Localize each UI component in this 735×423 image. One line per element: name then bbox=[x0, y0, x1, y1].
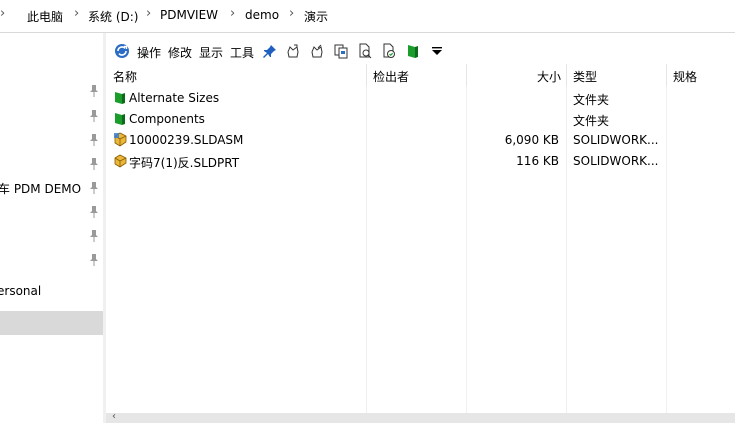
get-version-icon[interactable] bbox=[381, 43, 397, 59]
column-header-size[interactable]: 大小 bbox=[466, 68, 561, 85]
pin-icon[interactable] bbox=[262, 43, 278, 59]
breadcrumb-separator[interactable]: › bbox=[230, 6, 235, 21]
table-row[interactable]: Components 文件夹 bbox=[106, 109, 735, 129]
file-size: 6,090 KB bbox=[504, 133, 559, 147]
column-header-type[interactable]: 类型 bbox=[573, 68, 597, 85]
file-name: Alternate Sizes bbox=[129, 91, 220, 105]
table-row[interactable]: 字码7(1)反.SLDPRT 116 KB SOLIDWORK... bbox=[106, 151, 735, 171]
search-file-icon[interactable] bbox=[357, 43, 373, 59]
dropdown-arrow-icon[interactable] bbox=[429, 43, 445, 59]
horizontal-scrollbar[interactable]: ‹ bbox=[106, 411, 735, 423]
pin-icon[interactable] bbox=[89, 158, 99, 170]
pin-icon[interactable] bbox=[89, 254, 99, 266]
breadcrumb-item-this-pc[interactable]: 此电脑 bbox=[27, 8, 63, 25]
file-name: 10000239.SLDASM bbox=[129, 133, 244, 147]
part-icon bbox=[113, 153, 128, 168]
file-name: Components bbox=[129, 112, 205, 126]
breadcrumb-separator[interactable]: › bbox=[146, 6, 151, 21]
pin-icon[interactable] bbox=[89, 110, 99, 122]
nav-item-selected[interactable] bbox=[0, 311, 103, 335]
navigation-pane[interactable]: 车 PDM DEMO ersonal bbox=[0, 33, 103, 423]
breadcrumb-item-demo[interactable]: demo bbox=[245, 8, 279, 22]
scroll-left-icon[interactable]: ‹ bbox=[112, 411, 116, 422]
table-row[interactable]: 10000239.SLDASM 6,090 KB SOLIDWORK... bbox=[106, 130, 735, 150]
column-header-name[interactable]: 名称 bbox=[113, 68, 137, 85]
checkin-icon[interactable] bbox=[309, 43, 325, 59]
breadcrumb-separator[interactable]: › bbox=[289, 6, 294, 21]
nav-item-pdm-demo[interactable]: 车 PDM DEMO bbox=[0, 180, 81, 197]
file-name: 字码7(1)反.SLDPRT bbox=[129, 156, 240, 170]
file-type: 文件夹 bbox=[573, 93, 610, 107]
green-folder-icon bbox=[113, 111, 128, 126]
menu-operation[interactable]: 操作 bbox=[137, 44, 161, 61]
pin-icon[interactable] bbox=[89, 206, 99, 218]
pin-icon[interactable] bbox=[89, 182, 99, 194]
pin-icon[interactable] bbox=[89, 230, 99, 242]
column-divider[interactable] bbox=[366, 64, 367, 86]
folder-green-icon[interactable] bbox=[405, 43, 421, 59]
address-bar[interactable]: › 此电脑 › 系统 (D:) › PDMVIEW › demo › 演示 bbox=[0, 0, 735, 33]
column-header-spec[interactable]: 规格 bbox=[673, 68, 697, 85]
file-size: 116 KB bbox=[516, 154, 559, 168]
menu-display[interactable]: 显示 bbox=[199, 44, 223, 61]
assembly-icon bbox=[113, 132, 128, 147]
breadcrumb-separator[interactable]: › bbox=[74, 6, 79, 21]
column-header-row: 名称 检出者 大小 类型 规格 bbox=[106, 64, 735, 86]
pdm-toolbar: 操作 修改 显示 工具 bbox=[106, 40, 735, 63]
file-type: 文件夹 bbox=[573, 114, 610, 128]
pin-icon[interactable] bbox=[89, 85, 99, 97]
menu-modify[interactable]: 修改 bbox=[168, 44, 192, 61]
checkout-icon[interactable] bbox=[285, 43, 301, 59]
file-type: SOLIDWORK... bbox=[573, 133, 659, 147]
column-divider[interactable] bbox=[566, 64, 567, 86]
pin-icon[interactable] bbox=[89, 134, 99, 146]
column-header-checked-out-by[interactable]: 检出者 bbox=[373, 68, 409, 85]
copy-tree-icon[interactable] bbox=[333, 43, 349, 59]
column-divider[interactable] bbox=[666, 64, 667, 86]
menu-tools[interactable]: 工具 bbox=[230, 44, 254, 61]
pdm-refresh-icon[interactable] bbox=[114, 43, 130, 59]
nav-item-personal[interactable]: ersonal bbox=[0, 284, 41, 298]
file-type: SOLIDWORK... bbox=[573, 154, 659, 168]
green-folder-icon bbox=[113, 90, 128, 105]
table-row[interactable]: Alternate Sizes 文件夹 bbox=[106, 88, 735, 108]
breadcrumb-item-pdmview[interactable]: PDMVIEW bbox=[160, 8, 218, 22]
breadcrumb-item-drive-d[interactable]: 系统 (D:) bbox=[88, 8, 138, 25]
breadcrumb-separator: › bbox=[0, 6, 6, 21]
breadcrumb-item-yanshi[interactable]: 演示 bbox=[304, 8, 328, 25]
